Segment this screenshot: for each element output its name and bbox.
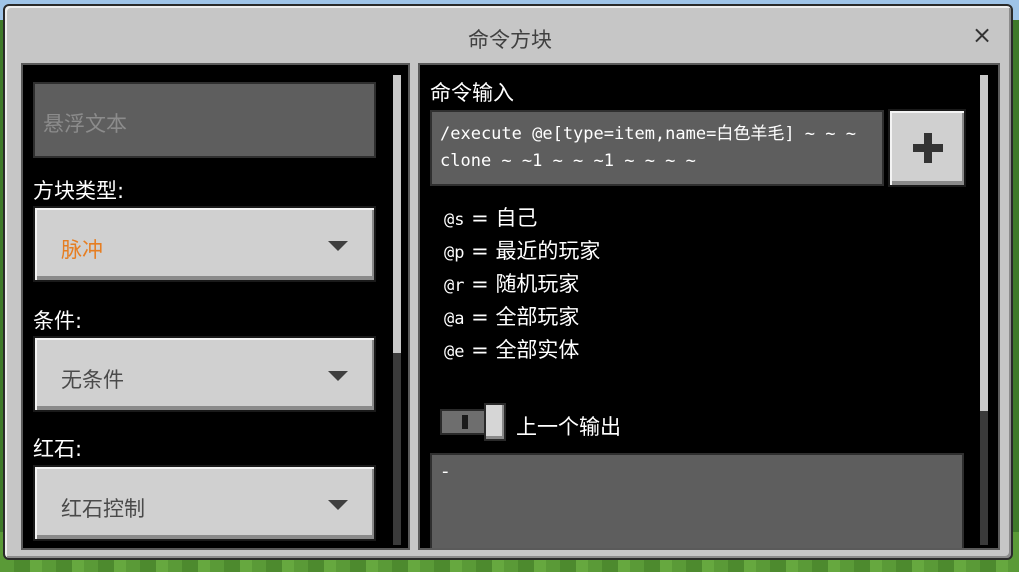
chevron-down-icon xyxy=(328,371,348,381)
command-block-dialog: 命令方块 × 悬浮文本 方块类型: 脉冲 条件: 无条件 红石: 红石控制 命令… xyxy=(3,4,1013,560)
command-input-label: 命令输入 xyxy=(430,81,514,105)
previous-output-label: 上一个输出 xyxy=(516,415,621,439)
condition-dropdown[interactable]: 无条件 xyxy=(33,336,376,412)
command-panel: 命令输入 /execute @e[type=item,name=白色羊毛] ~ … xyxy=(418,63,1000,550)
selector-code: @s xyxy=(444,210,465,230)
selector-help-line: @a = 全部玩家 xyxy=(444,301,579,331)
condition-value: 无条件 xyxy=(61,368,124,392)
chevron-down-icon xyxy=(328,241,348,251)
block-type-value: 脉冲 xyxy=(61,238,103,262)
redstone-value: 红石控制 xyxy=(61,497,145,521)
selector-code: @a xyxy=(444,309,465,329)
settings-panel: 悬浮文本 方块类型: 脉冲 条件: 无条件 红石: 红石控制 xyxy=(21,63,410,550)
selector-code: @e xyxy=(444,342,465,362)
block-type-dropdown[interactable]: 脉冲 xyxy=(33,206,376,282)
left-scrollbar-thumb[interactable] xyxy=(393,75,401,353)
selector-help-line: @p = 最近的玩家 xyxy=(444,235,600,265)
plus-icon-stem xyxy=(924,133,932,163)
selector-help-line: @r = 随机玩家 xyxy=(444,268,579,298)
block-type-label: 方块类型: xyxy=(33,179,125,203)
selector-sep: = xyxy=(464,272,496,296)
selector-help-line: @e = 全部实体 xyxy=(444,334,579,364)
hover-text-input[interactable]: 悬浮文本 xyxy=(33,82,376,158)
dialog-title: 命令方块 xyxy=(468,28,552,52)
previous-output-box: - xyxy=(430,453,964,548)
chevron-down-icon xyxy=(328,500,348,510)
redstone-label: 红石: xyxy=(33,437,83,461)
selector-desc: 自己 xyxy=(495,206,538,230)
toggle-pip xyxy=(462,415,468,429)
selector-desc: 随机玩家 xyxy=(495,272,580,296)
condition-label: 条件: xyxy=(33,309,83,333)
right-scrollbar-thumb[interactable] xyxy=(980,75,988,411)
selector-desc: 全部玩家 xyxy=(495,305,580,329)
close-icon[interactable]: × xyxy=(971,23,993,47)
add-button[interactable] xyxy=(888,109,966,187)
selector-desc: 最近的玩家 xyxy=(495,239,601,263)
selector-sep: = xyxy=(464,338,496,362)
selector-code: @p xyxy=(444,243,465,263)
selector-sep: = xyxy=(464,239,496,263)
selector-code: @r xyxy=(444,276,465,296)
selector-sep: = xyxy=(464,305,496,329)
command-input[interactable]: /execute @e[type=item,name=白色羊毛] ~ ~ ~ c… xyxy=(430,110,884,186)
toggle-knob xyxy=(484,403,506,441)
selector-help-line: @s = 自己 xyxy=(444,202,537,232)
redstone-dropdown[interactable]: 红石控制 xyxy=(33,465,376,541)
selector-desc: 全部实体 xyxy=(495,338,580,362)
selector-sep: = xyxy=(464,206,496,230)
previous-output-toggle[interactable] xyxy=(440,403,506,441)
